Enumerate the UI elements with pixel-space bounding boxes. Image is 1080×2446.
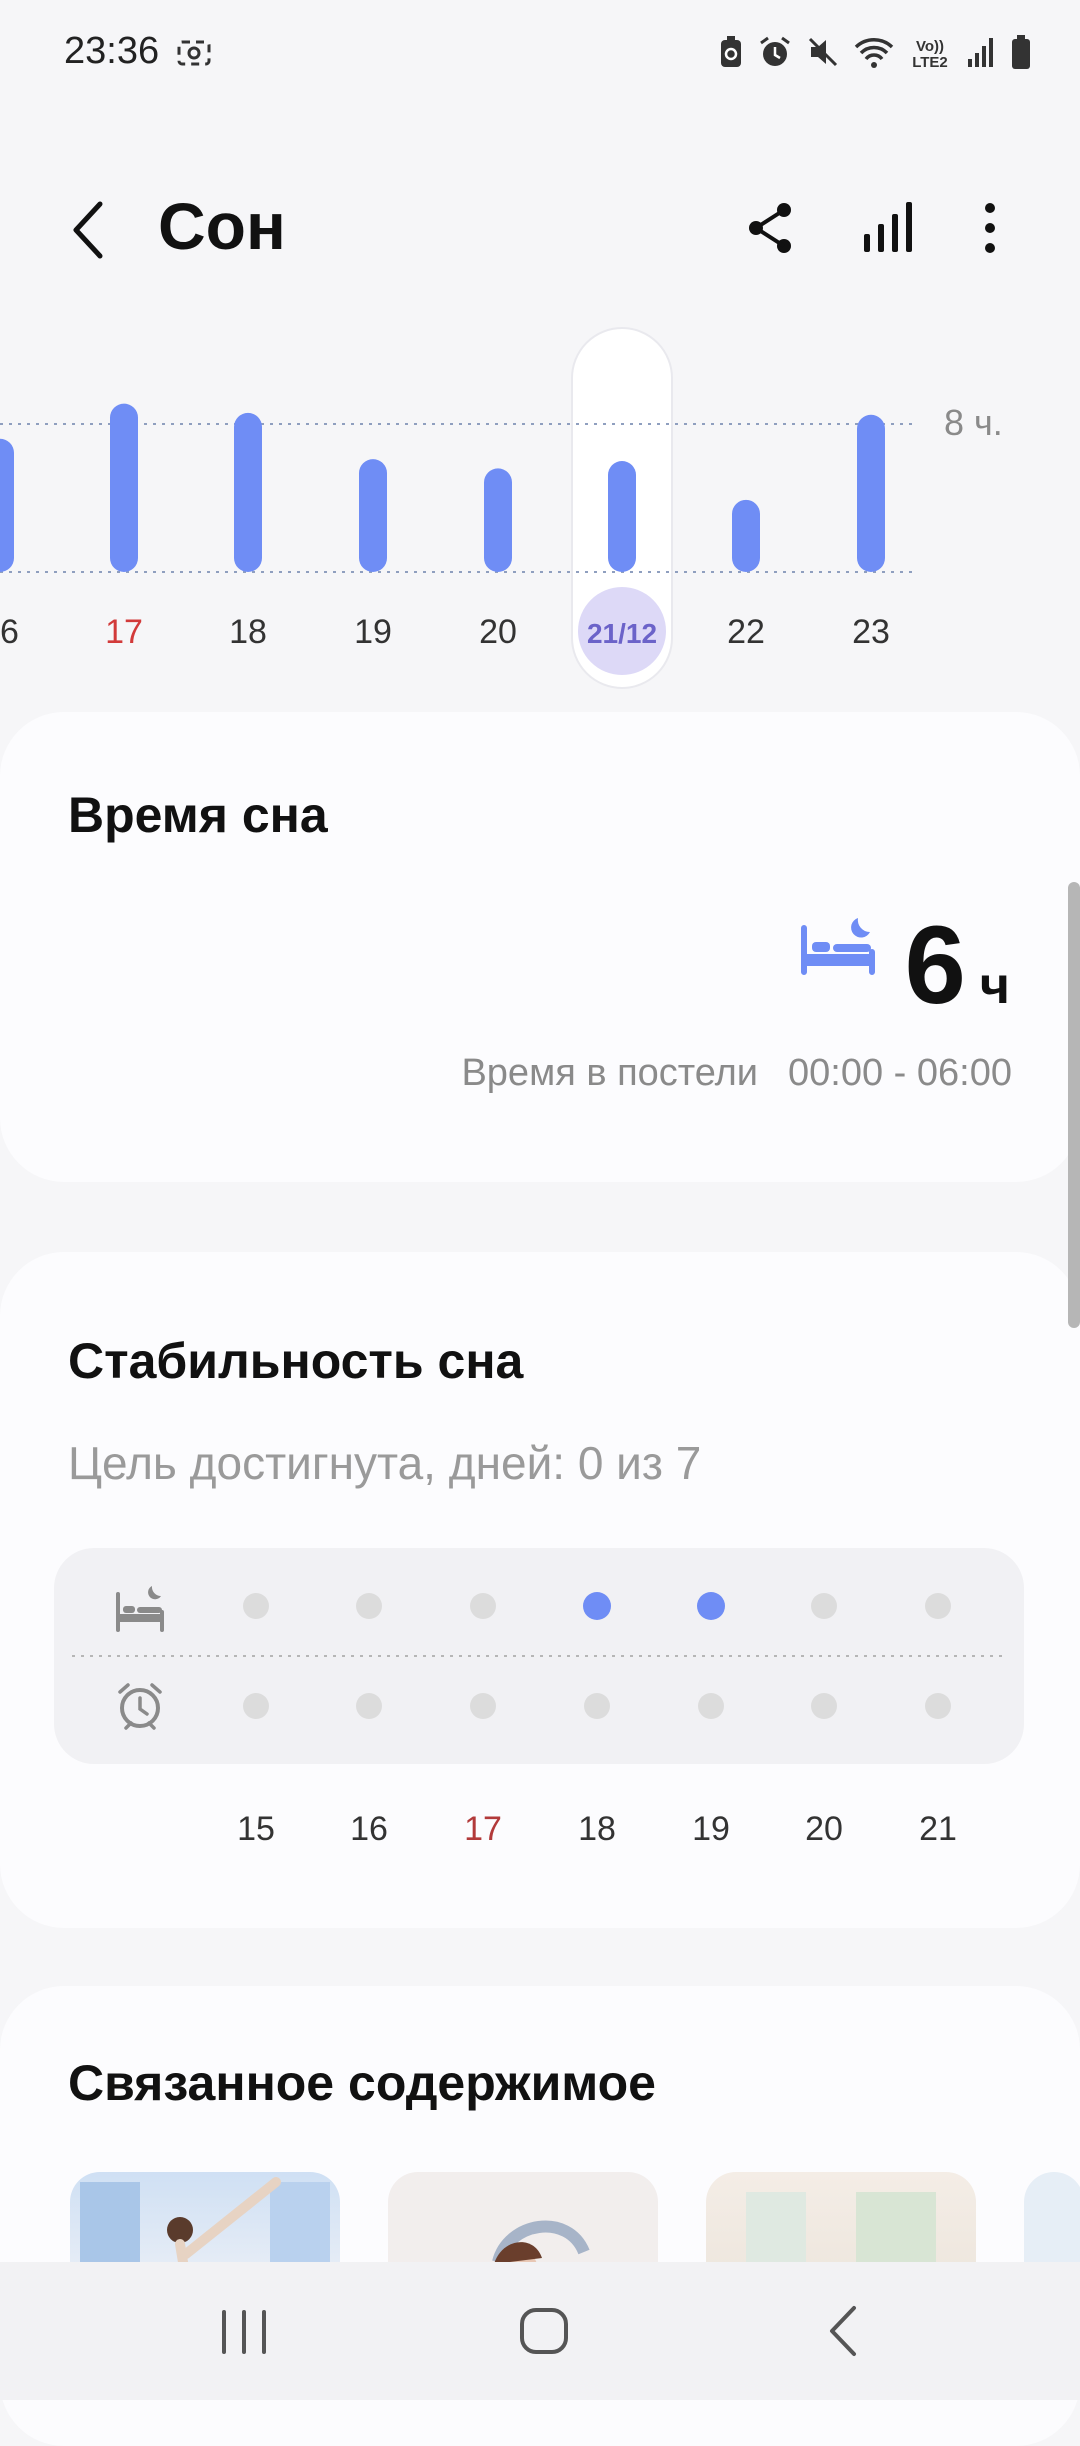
sleep-chart-svg: 16 17 18 19 20 21/12 22 23 <box>0 327 912 689</box>
wakeup-dot <box>584 1693 610 1719</box>
bedtime-dot <box>583 1592 611 1620</box>
sleep-bar[interactable] <box>857 414 885 572</box>
wakeup-dot <box>925 1693 951 1719</box>
wakeup-alarm-icon <box>118 1683 162 1730</box>
stats-icon <box>864 202 912 252</box>
bedtime-dot <box>925 1593 951 1619</box>
sleep-hours-value: 6 <box>904 904 966 1027</box>
more-icon <box>985 203 995 253</box>
consistency-date-label: 16 <box>350 1810 388 1848</box>
wakeup-dot <box>243 1693 269 1719</box>
sleep-duration: 6 ч <box>905 902 1010 1029</box>
wakeup-dot <box>811 1693 837 1719</box>
recent-apps-icon <box>222 2310 266 2354</box>
time-in-bed-row: Время в постели 00:00 - 06:00 <box>461 1052 1012 1095</box>
chart-date-label[interactable]: 22 <box>727 613 765 651</box>
consistency-grid-svg <box>72 1586 1006 1730</box>
share-button[interactable] <box>744 200 800 256</box>
chart-date-label[interactable]: 19 <box>354 613 392 651</box>
sleep-consistency-card[interactable]: Стабильность сна Цель достигнута, дней: … <box>0 1252 1080 1928</box>
sleep-bar[interactable] <box>110 403 138 572</box>
back-nav-button[interactable] <box>804 2296 884 2366</box>
chevron-left-icon <box>73 201 103 259</box>
chart-date-label[interactable]: 20 <box>479 613 517 651</box>
status-icons: Vo)) LTE2 <box>718 34 1032 75</box>
consistency-date-label: 20 <box>805 1810 843 1848</box>
chart-date-label[interactable]: 16 <box>0 613 19 651</box>
consistency-date-label: 21 <box>919 1810 957 1848</box>
sleep-time-card[interactable]: Время сна 6 ч Время в постели 00:00 - 06:… <box>0 712 1080 1182</box>
back-button[interactable] <box>60 198 116 262</box>
volte-lte2-icon: Vo)) LTE2 <box>912 37 948 71</box>
consistency-dates: 15 16 17 18 19 20 21 <box>0 1810 1080 1860</box>
sleep-bar[interactable] <box>359 459 387 572</box>
mute-icon <box>806 35 840 74</box>
bedtime-dot <box>811 1593 837 1619</box>
status-time: 23:36 <box>64 30 160 72</box>
chart-date-label[interactable]: 18 <box>229 613 267 651</box>
battery-icon <box>1010 34 1032 75</box>
alarm-icon <box>758 35 792 74</box>
stats-button[interactable] <box>858 200 918 256</box>
status-bar: 23:36 Vo)) LTE2 <box>0 0 1080 100</box>
wakeup-dot <box>470 1693 496 1719</box>
chart-date-label[interactable]: 23 <box>852 613 890 651</box>
card-title: Связанное содержимое <box>68 2055 656 2111</box>
more-options-button[interactable] <box>970 200 1010 256</box>
home-icon <box>520 2308 568 2354</box>
goal-achieved-subtitle: Цель достигнута, дней: 0 из 7 <box>68 1437 702 1489</box>
back-icon <box>830 2306 856 2356</box>
battery-saver-icon <box>718 35 744 74</box>
card-title: Стабильность сна <box>68 1333 524 1389</box>
wakeup-dot <box>698 1693 724 1719</box>
time-in-bed-label: Время в постели <box>461 1052 759 1094</box>
consistency-date-label: 19 <box>692 1810 730 1848</box>
bedtime-dot <box>356 1593 382 1619</box>
page-title: Сон <box>158 189 286 263</box>
signal-icon <box>966 35 996 74</box>
recent-apps-button[interactable] <box>204 2296 284 2366</box>
chart-date-label[interactable]: 17 <box>105 613 143 651</box>
consistency-grid <box>54 1548 1024 1764</box>
sleep-bar[interactable] <box>0 438 14 572</box>
scrollbar[interactable] <box>1068 882 1080 1328</box>
sleep-bar[interactable] <box>608 461 636 572</box>
bedtime-dot <box>470 1593 496 1619</box>
screen-record-icon <box>176 38 212 73</box>
wifi-icon <box>854 35 894 74</box>
app-bar: Сон <box>0 170 1080 290</box>
bedtime-dot <box>243 1593 269 1619</box>
bedtime-icon <box>116 1586 164 1632</box>
sleep-bar[interactable] <box>484 468 512 572</box>
wakeup-dot <box>356 1693 382 1719</box>
bedtime-dot <box>697 1592 725 1620</box>
consistency-date-label: 18 <box>578 1810 616 1848</box>
card-title: Время сна <box>68 787 328 843</box>
sleep-hours-unit: ч <box>979 957 1010 1015</box>
navigation-bar <box>0 2262 1080 2400</box>
home-button[interactable] <box>504 2296 584 2366</box>
goal-line-label: 8 ч. <box>944 402 1003 443</box>
time-in-bed-range: 00:00 - 06:00 <box>788 1052 1012 1094</box>
chart-date-label[interactable]: 21/12 <box>587 618 657 649</box>
consistency-date-label: 17 <box>464 1810 502 1848</box>
bed-icon <box>800 914 876 983</box>
sleep-chart[interactable]: 16 17 18 19 20 21/12 22 23 8 ч. <box>0 320 1080 700</box>
sleep-bar[interactable] <box>732 499 760 572</box>
consistency-date-label: 15 <box>237 1810 275 1848</box>
share-icon <box>749 203 791 253</box>
sleep-bar[interactable] <box>234 412 262 572</box>
